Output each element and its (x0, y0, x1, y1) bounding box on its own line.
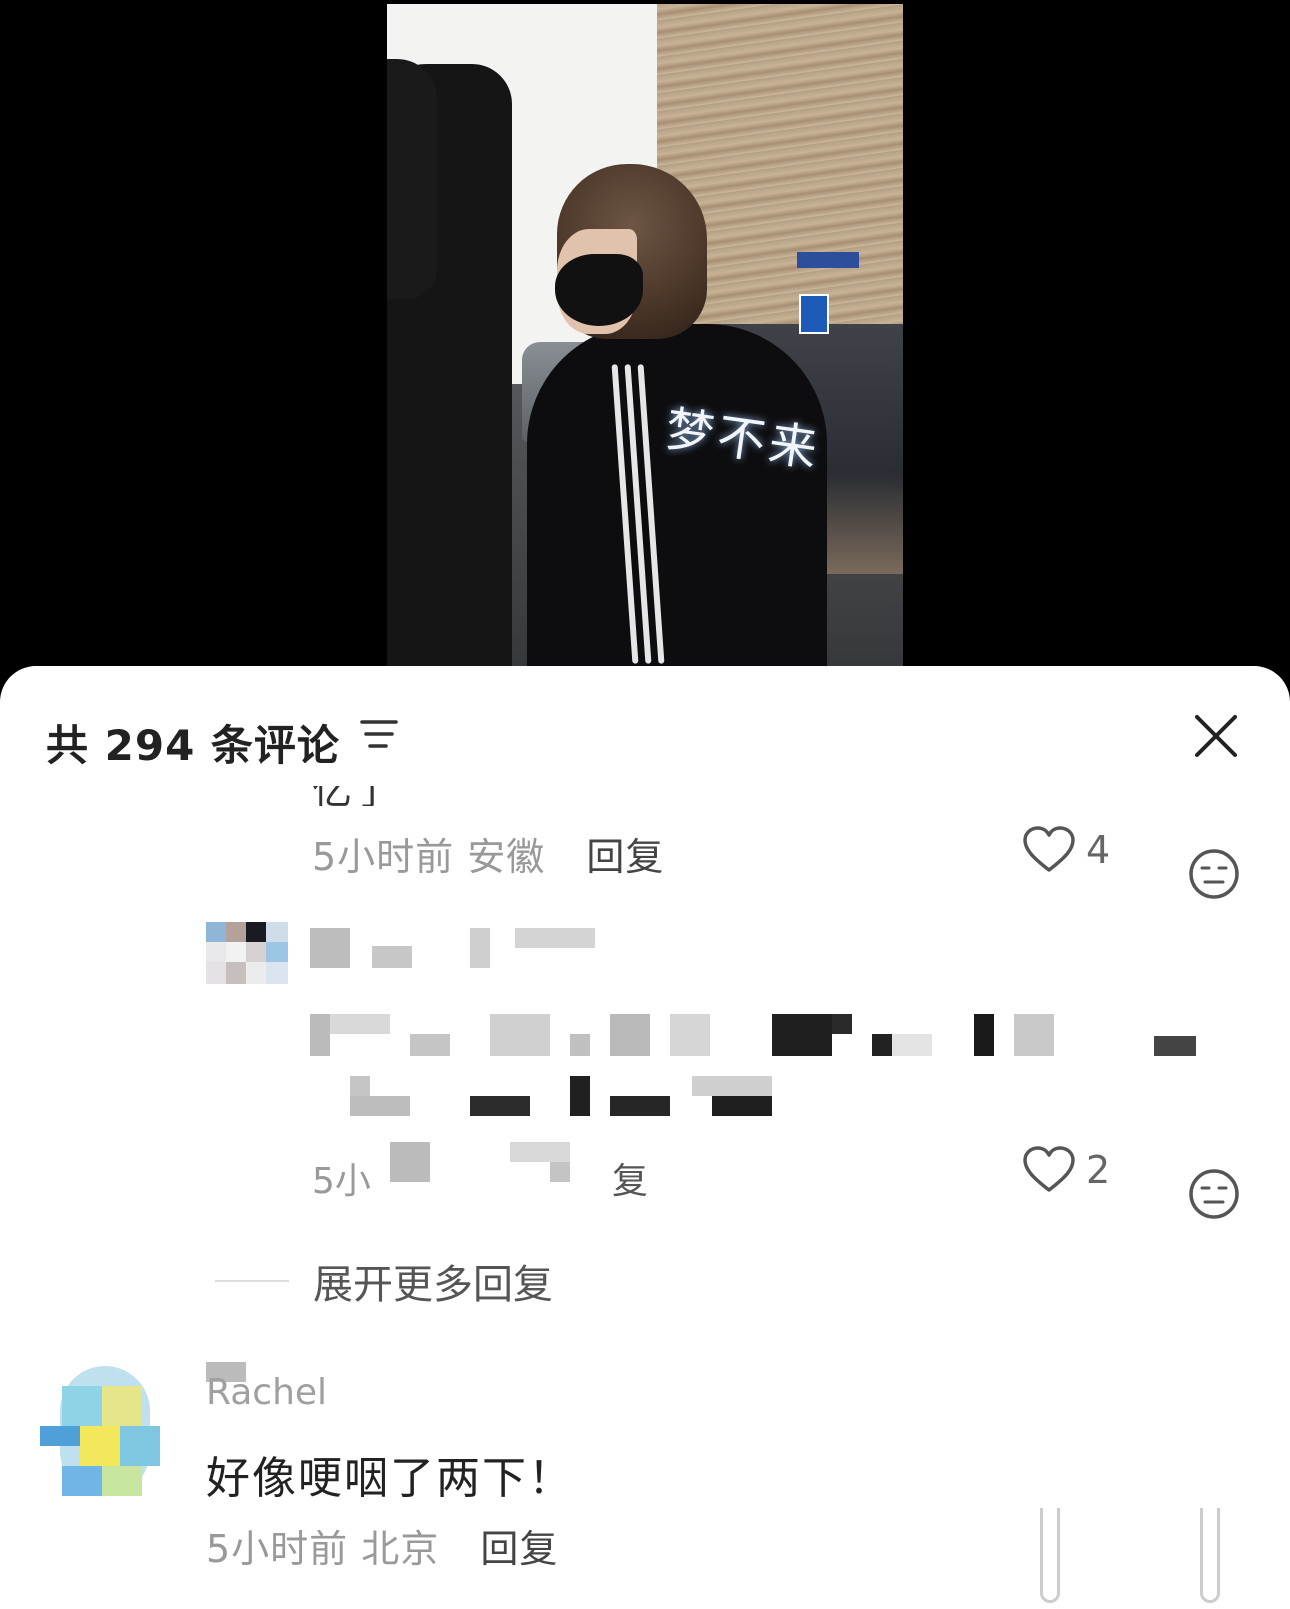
expand-more-replies[interactable]: 展开更多回复 (215, 1252, 553, 1310)
comment-3-text: 好像哽咽了两下！ (206, 1453, 574, 1504)
reply-2-meta-redacted: 5小 复 (312, 1142, 692, 1202)
reply-1-like-button[interactable]: 4 (1022, 826, 1110, 874)
avatar[interactable] (206, 922, 288, 1004)
reply-1-meta: 5小时前 安徽 回复 (312, 826, 664, 881)
comment-3-time: 5小时前 (206, 1527, 349, 1571)
reply-2-text-redacted (310, 1014, 1210, 1144)
partial-dislike-icon[interactable] (1200, 1508, 1220, 1603)
reply-1-time: 5小时前 (312, 835, 455, 879)
comment-count: 共 294 条评论 (46, 721, 340, 770)
expand-more-label[interactable]: 展开更多回复 (313, 1252, 553, 1310)
face-mask (555, 254, 643, 326)
partial-like-icon[interactable] (1040, 1508, 1060, 1603)
reply-1-like-count: 4 (1086, 828, 1111, 872)
divider-line (215, 1280, 289, 1282)
dislike-face-icon[interactable] (1188, 1168, 1240, 1220)
dislike-face-icon[interactable] (1188, 848, 1240, 900)
comment-3-location: 北京 (361, 1527, 440, 1571)
comment-3-meta: 5小时前 北京 回复 (206, 1518, 558, 1573)
direction-sign (797, 252, 859, 268)
reply-1-reply-button[interactable]: 回复 (586, 835, 664, 879)
heart-icon (1023, 1146, 1075, 1192)
reply-2-like-count: 2 (1086, 1148, 1111, 1192)
reply-2-like-button[interactable]: 2 (1022, 1146, 1110, 1194)
bodyguard-head (387, 59, 437, 299)
close-icon[interactable] (1192, 712, 1240, 760)
video-player[interactable]: 梦不来 (387, 4, 903, 666)
reply-1-location: 安徽 (467, 835, 546, 879)
heart-icon (1023, 826, 1075, 872)
comment-3-username[interactable]: Rachel (206, 1372, 327, 1413)
sort-lines-icon[interactable] (358, 714, 400, 754)
avatar[interactable] (40, 1366, 170, 1496)
reply-1-text-cut: 亿了 (312, 786, 392, 806)
comments-sheet: 共 294 条评论 亿了 5小时前 安徽 回复 4 (0, 666, 1290, 1609)
comment-3-reply-button[interactable]: 回复 (480, 1527, 558, 1571)
accessibility-sign (799, 294, 829, 334)
